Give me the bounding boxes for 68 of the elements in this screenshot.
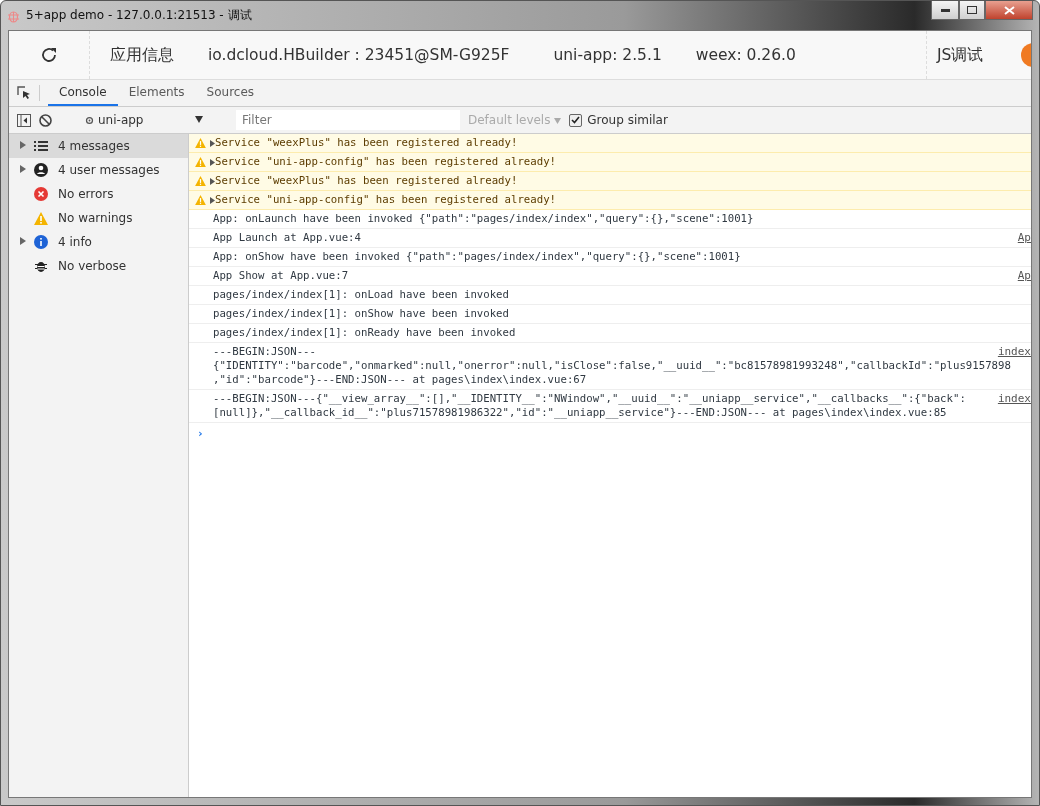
console-message-line: App Launch at App.vue:4: [213, 231, 361, 245]
refresh-icon[interactable]: [40, 46, 58, 64]
expand-arrow-icon: [210, 158, 215, 166]
console-message-line: [null]},"__callback_id__":"plus71578981986322","id":"__uniapp__service"}---END:JSON--- at pages\index\index.vue:85: [213, 406, 947, 420]
minimize-icon: [940, 8, 950, 12]
group-similar-label: Group similar: [587, 113, 668, 127]
console-message-line: ---BEGIN:JSON---{"__view_array__":[],"__IDENTITY__":"NWindow","__uuid__":"__uniapp__service","__callbacks__":{"back":: [213, 392, 966, 406]
console-message-line: Service "uni-app-config" has been registered already!: [215, 155, 557, 169]
close-icon: [1003, 5, 1015, 15]
context-dropdown[interactable]: uni-app: [85, 113, 203, 127]
maximize-icon: [967, 6, 977, 14]
console-message-line: pages/index/index[1]: onLoad have been invoked: [213, 288, 509, 302]
caret-icon: [195, 116, 203, 123]
source-link[interactable]: index: [997, 392, 1031, 406]
header-info-text: weex: 0.26.0: [695, 46, 796, 64]
error-icon: [34, 187, 48, 201]
devtools-tab[interactable]: Elements: [117, 80, 196, 106]
expand-arrow-icon: [20, 141, 26, 149]
console-message-line: pages/index/index[1]: onReady have been invoked: [213, 326, 516, 340]
console-message-line: Service "weexPlus" has been registered already!: [215, 174, 518, 188]
js-debug-button[interactable]: JS调试: [937, 44, 984, 66]
user-icon: [34, 163, 48, 177]
console-message-line: ,"id":"barcode"}---END:JSON--- at pages\index\index.vue:67: [213, 373, 587, 387]
warning-icon: [34, 211, 48, 225]
console-message-line: App: onLaunch have been invoked {"path":"pages/index/index","query":{},"scene":1001}: [213, 212, 754, 226]
sidebar-toggle-icon[interactable]: [17, 113, 31, 127]
minimize-button[interactable]: [931, 1, 959, 20]
console-message-line: App Show at App.vue:7: [213, 269, 349, 283]
warning-icon: [195, 176, 206, 186]
list-icon: [34, 140, 48, 152]
console-prompt[interactable]: ›: [189, 423, 204, 440]
devtools-tab[interactable]: Sources: [195, 80, 266, 106]
console-message-line: ---BEGIN:JSON---: [213, 345, 316, 359]
info-icon: [34, 235, 48, 249]
source-link[interactable]: index: [997, 345, 1031, 359]
filter-field[interactable]: Filter: [236, 110, 460, 130]
group-similar-checkbox[interactable]: [569, 113, 583, 127]
expand-arrow-icon: [20, 237, 26, 245]
sidebar-item[interactable]: No verbose: [9, 254, 188, 278]
console-message-line: {"IDENTITY":"barcode","onmarked":null,"onerror":null,"isClose":false,"__uuid__":"bc81578981993248","callbackId":"plus9157898: [213, 359, 1011, 373]
header-info-text: uni-app: 2.5.1: [553, 46, 662, 64]
header-info-text: io.dcloud.HBuilder : 23451@SM-G925F: [208, 46, 510, 64]
warning-icon: [195, 195, 206, 205]
sidebar-item[interactable]: No warnings: [9, 206, 188, 230]
window-title: 5+app demo - 127.0.0.1:21513 - 调试: [26, 7, 252, 24]
sidebar-item[interactable]: 4 info: [9, 230, 188, 254]
caret-icon: [554, 118, 562, 124]
source-link[interactable]: Ap: [1017, 269, 1031, 283]
source-link[interactable]: Ap: [1017, 231, 1031, 245]
warning-icon: [195, 138, 206, 148]
maximize-button[interactable]: [959, 1, 985, 20]
bug-icon: [34, 259, 48, 273]
expand-arrow-icon: [210, 139, 215, 147]
sidebar-item[interactable]: 4 user messages: [9, 158, 188, 182]
clear-icon[interactable]: [39, 113, 52, 127]
expand-arrow-icon: [20, 165, 26, 173]
console-message-line: Service "weexPlus" has been registered already!: [215, 136, 518, 150]
sidebar-item[interactable]: No errors: [9, 182, 188, 206]
expand-arrow-icon: [210, 196, 215, 204]
console-message-line: Service "uni-app-config" has been registered already!: [215, 193, 557, 207]
sidebar-item[interactable]: 4 messages: [9, 134, 188, 158]
close-button[interactable]: [985, 1, 1033, 20]
console-message-line: App: onShow have been invoked {"path":"pages/index/index","query":{},"scene":1001}: [213, 250, 741, 264]
expand-arrow-icon: [210, 177, 215, 185]
console-message-line: pages/index/index[1]: onShow have been invoked: [213, 307, 509, 321]
warning-icon: [195, 157, 206, 167]
header-info-text: 应用信息: [110, 44, 174, 66]
gear-icon: [85, 115, 94, 125]
